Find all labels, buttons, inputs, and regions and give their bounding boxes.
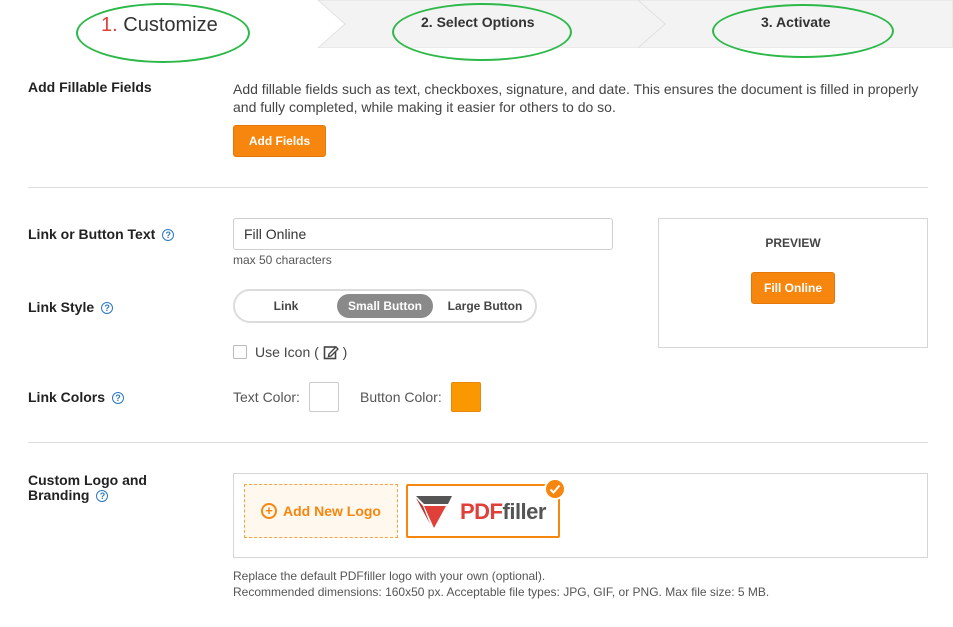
pdffiller-logo-mark	[416, 496, 452, 528]
divider	[28, 442, 928, 443]
add-fields-button[interactable]: Add Fields	[233, 125, 326, 157]
help-icon[interactable]: ?	[162, 229, 175, 241]
link-style-option-small-button[interactable]: Small Button	[337, 294, 433, 318]
link-text-label: Link or Button Text	[28, 226, 156, 242]
link-style-option-link[interactable]: Link	[243, 294, 329, 318]
selected-check-icon	[544, 478, 566, 500]
button-color-swatch[interactable]	[451, 382, 481, 412]
link-colors-label: Link Colors	[28, 389, 106, 405]
pdffiller-logo-text: PDFfiller	[460, 499, 546, 525]
use-icon-label-row: Use Icon ( )	[255, 344, 347, 360]
use-icon-label: Use Icon (	[255, 344, 319, 360]
use-icon-suffix: )	[342, 344, 348, 360]
button-color-label: Button Color:	[360, 389, 442, 405]
logo-gallery: + Add New Logo PDFfiller	[233, 473, 928, 558]
preview-title: PREVIEW	[765, 236, 821, 250]
help-icon[interactable]: ?	[112, 392, 125, 404]
logo-note-line1: Replace the default PDFfiller logo with …	[233, 569, 546, 583]
branding-label-line2: Branding	[28, 487, 90, 503]
link-style-option-large-button[interactable]: Large Button	[437, 294, 533, 318]
link-text-label-row: Link or Button Text?	[28, 226, 175, 242]
divider	[28, 187, 928, 188]
fillable-fields-label: Add Fillable Fields	[28, 79, 152, 95]
link-style-label-row: Link Style?	[28, 299, 114, 315]
link-style-label: Link Style	[28, 299, 95, 315]
link-text-input[interactable]: Fill Online	[233, 218, 613, 250]
use-icon-checkbox[interactable]	[233, 345, 247, 359]
pdffiller-logo-pdf: PDF	[460, 499, 503, 524]
logo-note: Replace the default PDFfiller logo with …	[233, 568, 769, 600]
fillable-fields-description: Add fillable fields such as text, checkb…	[233, 81, 919, 115]
wizard-steps: 1. Customize 2. Select Options 3. Activa…	[0, 0, 953, 63]
branding-label-line1: Custom Logo and	[28, 472, 147, 488]
preview-button[interactable]: Fill Online	[751, 272, 835, 304]
plus-circle-icon: +	[261, 503, 277, 519]
link-text-hint: max 50 characters	[233, 253, 332, 267]
link-style-selector: Link Small Button Large Button	[233, 289, 537, 323]
text-color-swatch[interactable]	[309, 382, 339, 412]
pdffiller-logo-filler: filler	[502, 499, 547, 524]
annotation-circle-activate	[712, 4, 894, 58]
add-new-logo-label: Add New Logo	[283, 503, 381, 519]
annotation-circle-select-options	[392, 3, 572, 61]
text-color-label: Text Color:	[233, 389, 300, 405]
edit-document-icon	[323, 346, 339, 360]
link-colors-label-row: Link Colors?	[28, 389, 125, 405]
add-new-logo-button[interactable]: + Add New Logo	[244, 484, 398, 538]
help-icon[interactable]: ?	[101, 302, 114, 314]
help-icon[interactable]: ?	[96, 490, 109, 502]
branding-label-row: Custom Logo and Branding?	[28, 473, 147, 503]
logo-note-line2: Recommended dimensions: 160x50 px. Accep…	[233, 585, 770, 599]
preview-panel: PREVIEW Fill Online	[658, 218, 928, 348]
pdffiller-logo-option[interactable]: PDFfiller	[406, 478, 566, 538]
annotation-circle-customize	[76, 3, 250, 63]
